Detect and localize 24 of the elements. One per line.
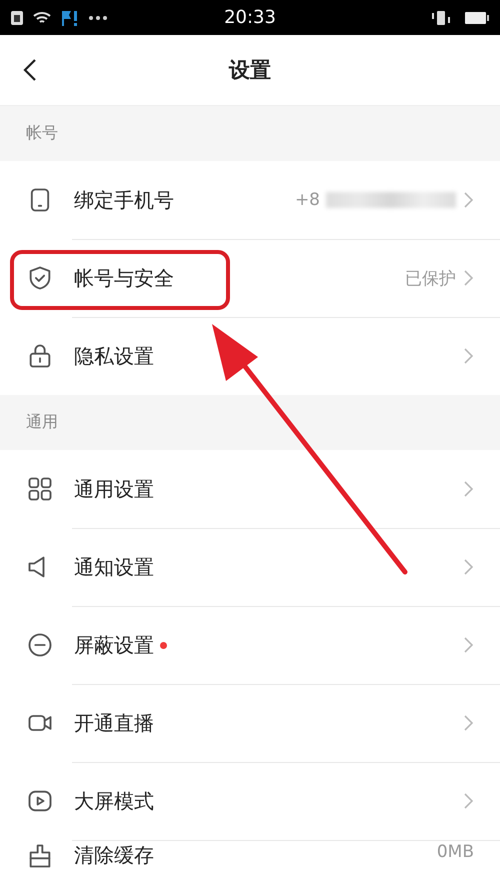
setting-value: 已保护: [405, 268, 456, 290]
more-icon: [88, 14, 108, 20]
setting-label[interactable]: 清除缓存: [74, 842, 154, 869]
setting-label[interactable]: 通用设置: [74, 476, 154, 502]
grid-icon: [26, 475, 54, 503]
page-title: 设置: [229, 57, 271, 84]
section-header: 通用: [26, 412, 58, 433]
section-header: 帐号: [26, 123, 58, 144]
sim-icon: [10, 10, 24, 26]
setting-value: +8: [294, 190, 320, 210]
setting-label[interactable]: 通知设置: [74, 554, 154, 580]
setting-label[interactable]: 大屏模式: [74, 788, 154, 814]
minus-circle-icon: [26, 631, 54, 659]
setting-value: 0MB: [436, 842, 474, 862]
setting-label[interactable]: 绑定手机号: [74, 186, 174, 214]
battery-icon: [464, 10, 490, 24]
setting-label[interactable]: 帐号与安全: [74, 264, 174, 292]
setting-label[interactable]: 开通直播: [74, 710, 154, 736]
setting-label[interactable]: 隐私设置: [74, 342, 154, 370]
wifi-icon: [32, 10, 52, 26]
vibrate-icon: [430, 8, 452, 26]
status-time: 20:33: [224, 7, 276, 28]
setting-label[interactable]: 屏蔽设置: [74, 632, 154, 658]
flag-icon: [60, 8, 80, 26]
